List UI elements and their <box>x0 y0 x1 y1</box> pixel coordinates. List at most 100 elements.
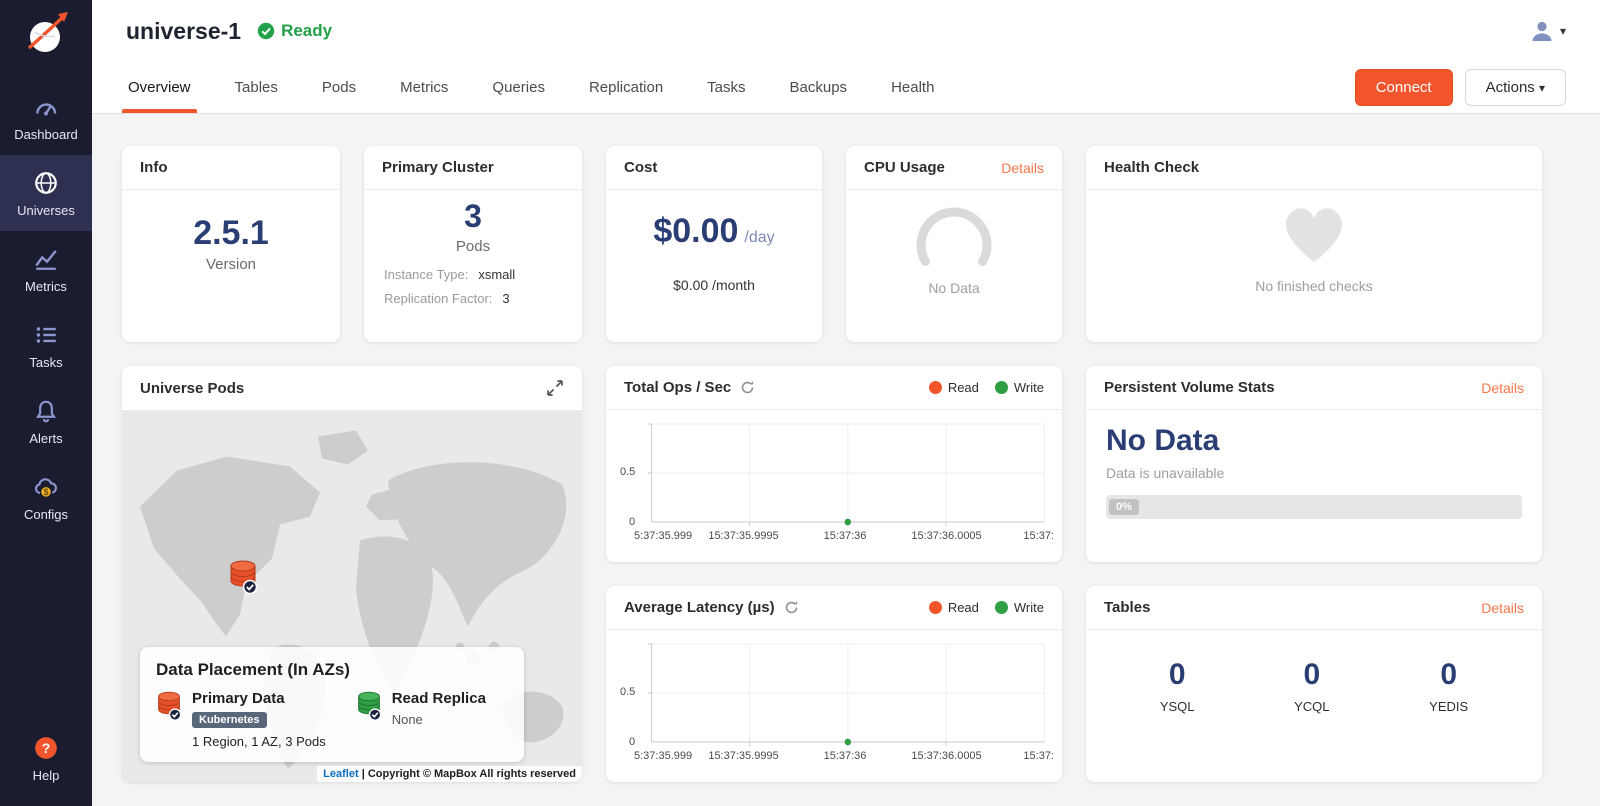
bell-icon <box>33 398 59 424</box>
expand-icon[interactable] <box>546 379 564 397</box>
sidebar-item-configs[interactable]: $ Configs <box>0 459 92 535</box>
cpu-no-data-text: No Data <box>846 280 1062 296</box>
legend-read: Read <box>929 380 979 395</box>
yedis-label: YEDIS <box>1429 699 1468 714</box>
connect-button[interactable]: Connect <box>1355 69 1453 106</box>
sidebar-item-tasks[interactable]: Tasks <box>0 307 92 383</box>
primary-data-label: Primary Data <box>192 690 326 707</box>
sidebar-item-label: Help <box>33 768 60 783</box>
card-title: Info <box>140 159 168 176</box>
actions-button[interactable]: Actions ▾ <box>1465 69 1566 106</box>
refresh-icon[interactable] <box>740 380 755 395</box>
tab-label: Queries <box>492 79 545 96</box>
info-card: Info 2.5.1 Version <box>122 146 340 342</box>
sidebar-item-help[interactable]: ? Help <box>0 720 92 796</box>
legend-write: Write <box>995 600 1044 615</box>
card-title: Health Check <box>1104 159 1199 176</box>
ysql-stat: 0 YSQL <box>1160 658 1195 714</box>
ops-chart: 0.5 0 <box>606 410 1062 562</box>
card-title: Universe Pods <box>140 380 244 397</box>
health-check-card: Health Check No finished checks <box>1086 146 1542 342</box>
chevron-down-icon: ▾ <box>1560 24 1566 38</box>
universe-pods-card: Universe Pods <box>122 366 582 782</box>
tab-metrics[interactable]: Metrics <box>398 62 450 113</box>
globe-icon <box>33 170 59 196</box>
chevron-down-icon: ▾ <box>1539 81 1545 95</box>
tab-backups[interactable]: Backups <box>788 62 850 113</box>
sidebar-item-metrics[interactable]: Metrics <box>0 231 92 307</box>
volume-details-link[interactable]: Details <box>1481 380 1524 396</box>
write-dot-icon <box>995 381 1008 394</box>
x-tick-label: 5:37:35.999 <box>634 750 692 762</box>
refresh-icon[interactable] <box>784 600 799 615</box>
read-replica-detail: None <box>392 712 486 727</box>
world-map[interactable]: Data Placement (In AZs) <box>122 411 582 782</box>
ops-plot-area <box>642 418 1048 528</box>
write-dot-icon <box>995 601 1008 614</box>
cpu-usage-card: CPU Usage Details No Data <box>846 146 1062 342</box>
volume-progress-bar: 0% <box>1106 495 1522 519</box>
sidebar: Dashboard Universes Metrics Tasks Alerts <box>0 0 92 806</box>
health-message: No finished checks <box>1086 278 1542 294</box>
tab-queries[interactable]: Queries <box>490 62 547 113</box>
tab-label: Health <box>891 79 934 96</box>
cpu-details-link[interactable]: Details <box>1001 160 1044 176</box>
data-placement-title: Data Placement (In AZs) <box>156 660 508 680</box>
read-replica-label: Read Replica <box>392 690 486 707</box>
cost-card: Cost $0.00 /day $0.00 /month <box>606 146 822 342</box>
legend-write-label: Write <box>1014 600 1044 615</box>
tab-label: Pods <box>322 79 356 96</box>
tab-health[interactable]: Health <box>889 62 936 113</box>
tab-pods[interactable]: Pods <box>320 62 358 113</box>
ycql-label: YCQL <box>1294 699 1329 714</box>
tab-tables[interactable]: Tables <box>233 62 280 113</box>
x-tick-label: 15:37:35.9995 <box>708 750 778 762</box>
yedis-count: 0 <box>1429 658 1468 692</box>
app-logo[interactable] <box>21 10 71 65</box>
tab-label: Overview <box>128 79 191 96</box>
primary-data-detail: 1 Region, 1 AZ, 3 Pods <box>192 734 326 749</box>
legend-write: Write <box>995 380 1044 395</box>
card-title: Primary Cluster <box>382 159 494 176</box>
tabs: Overview Tables Pods Metrics Queries Rep… <box>126 62 936 113</box>
read-dot-icon <box>929 381 942 394</box>
tab-replication[interactable]: Replication <box>587 62 665 113</box>
user-menu[interactable]: ▾ <box>1529 18 1566 44</box>
tab-label: Replication <box>589 79 663 96</box>
instance-type-label: Instance Type: <box>384 267 468 282</box>
y-tick-label: 0 <box>629 736 635 748</box>
x-tick-label: 15:37: <box>1023 750 1054 762</box>
sidebar-item-label: Tasks <box>29 355 62 370</box>
instance-type-value: xsmall <box>478 267 515 282</box>
tables-card: Tables Details 0 YSQL 0 YCQL 0 YEDIS <box>1086 586 1542 782</box>
sidebar-item-universes[interactable]: Universes <box>0 155 92 231</box>
metrics-icon <box>33 246 59 272</box>
sidebar-item-alerts[interactable]: Alerts <box>0 383 92 459</box>
x-tick-label: 15:37:36.0005 <box>911 750 981 762</box>
svg-text:?: ? <box>42 740 51 756</box>
tables-details-link[interactable]: Details <box>1481 600 1524 616</box>
heart-icon <box>1277 200 1351 266</box>
main-area: universe-1 Ready ▾ Overview Tables Pods … <box>92 0 1600 806</box>
sidebar-item-label: Universes <box>17 203 75 218</box>
version-label: Version <box>122 256 340 273</box>
sidebar-item-label: Metrics <box>25 279 67 294</box>
help-icon: ? <box>33 735 59 761</box>
x-tick-label: 15:37:36 <box>824 750 867 762</box>
volume-message: Data is unavailable <box>1106 465 1522 481</box>
tab-overview[interactable]: Overview <box>126 62 193 113</box>
primary-database-icon <box>156 690 182 722</box>
x-tick-label: 15:37:36.0005 <box>911 530 981 542</box>
svg-text:$: $ <box>43 487 48 497</box>
tab-tasks[interactable]: Tasks <box>705 62 747 113</box>
volume-percent-badge: 0% <box>1109 499 1139 515</box>
page-title: universe-1 <box>126 18 241 45</box>
version-value: 2.5.1 <box>122 214 340 253</box>
leaflet-link[interactable]: Leaflet <box>323 768 358 780</box>
pods-map-marker[interactable] <box>228 559 258 595</box>
replication-factor-label: Replication Factor: <box>384 291 492 306</box>
dashboard-icon <box>33 94 59 120</box>
sidebar-item-dashboard[interactable]: Dashboard <box>0 79 92 155</box>
cost-per-day-value: $0.00 <box>653 212 738 251</box>
card-title: Total Ops / Sec <box>624 379 731 396</box>
